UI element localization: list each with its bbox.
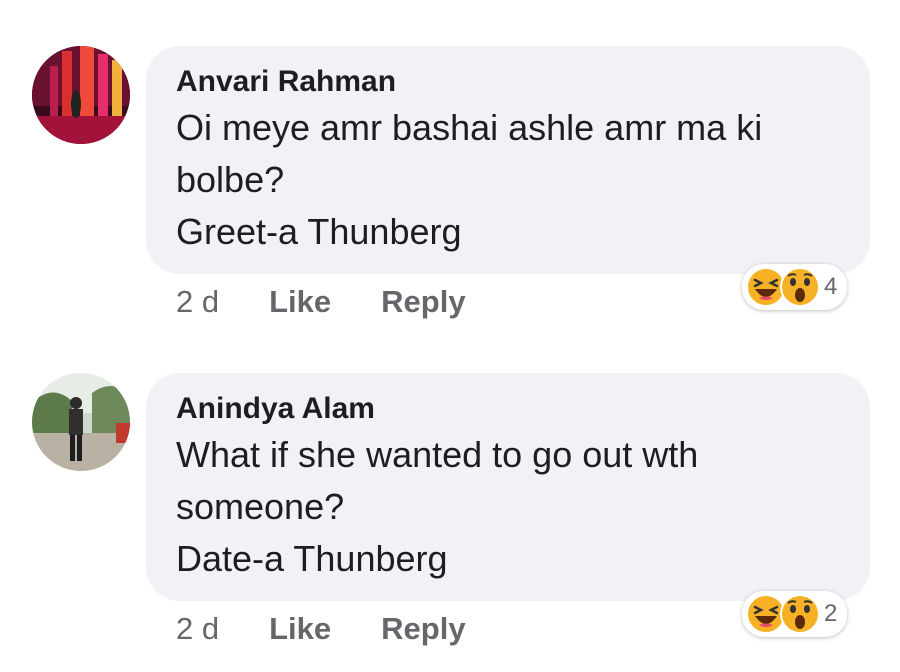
reaction-summary[interactable]: 2 xyxy=(742,591,848,637)
comment-text: Oi meye amr bashai ashle amr ma ki bolbe… xyxy=(176,102,840,258)
avatar[interactable] xyxy=(32,46,130,144)
comment-text-line: Greet-a Thunberg xyxy=(176,211,462,252)
comment-bubble: Anindya Alam What if she wanted to go ou… xyxy=(146,373,870,601)
comment-timestamp[interactable]: 2 d xyxy=(176,611,219,647)
wow-emoji-icon xyxy=(780,594,820,634)
comment-text-line: bolbe? xyxy=(176,159,285,200)
comment-text-line: Date-a Thunberg xyxy=(176,538,448,579)
wow-emoji-icon xyxy=(780,267,820,307)
comment-text-line: Oi meye amr bashai ashle amr ma ki xyxy=(176,107,763,148)
comment-text-line: What if she wanted to go out wth xyxy=(176,434,699,475)
reaction-count: 4 xyxy=(824,273,838,300)
comment-author[interactable]: Anindya Alam xyxy=(176,391,840,427)
like-button[interactable]: Like xyxy=(269,611,331,647)
comment-bubble: Anvari Rahman Oi meye amr bashai ashle a… xyxy=(146,46,870,274)
like-button[interactable]: Like xyxy=(269,284,331,320)
comment-timestamp[interactable]: 2 d xyxy=(176,284,219,320)
comment-text-line: someone? xyxy=(176,486,345,527)
reaction-count: 2 xyxy=(824,600,838,627)
reply-button[interactable]: Reply xyxy=(381,284,465,320)
profile-photo-icon xyxy=(32,373,130,471)
avatar[interactable] xyxy=(32,373,130,471)
comment-text: What if she wanted to go out wth someone… xyxy=(176,429,840,585)
comment-author[interactable]: Anvari Rahman xyxy=(176,64,840,100)
comment-actions: 2 d Like Reply xyxy=(176,609,466,649)
reaction-summary[interactable]: 4 xyxy=(742,264,848,310)
comment-actions: 2 d Like Reply xyxy=(176,282,466,322)
reply-button[interactable]: Reply xyxy=(381,611,465,647)
profile-photo-icon xyxy=(32,46,130,144)
